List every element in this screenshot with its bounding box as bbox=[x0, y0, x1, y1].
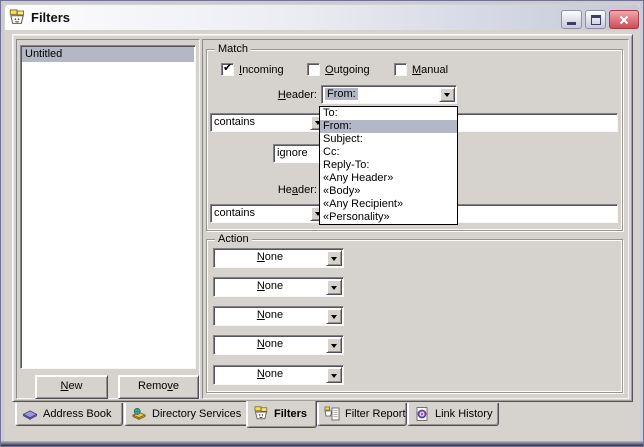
tab-label: Filters bbox=[274, 408, 307, 420]
action5-combobox[interactable]: None bbox=[213, 365, 344, 385]
tab-link-history[interactable]: Link History bbox=[407, 403, 499, 426]
close-button[interactable] bbox=[609, 10, 639, 29]
link-history-icon bbox=[414, 406, 430, 422]
tab-directory-services[interactable]: Directory Services bbox=[124, 403, 258, 426]
tab-label: Link History bbox=[435, 408, 492, 420]
dropdown-item[interactable]: «Any Header» bbox=[320, 172, 457, 185]
conjunction-value: ignore bbox=[277, 147, 308, 160]
filter-report-icon bbox=[324, 406, 340, 422]
new-button[interactable]: New bbox=[35, 375, 108, 399]
header1-combobox[interactable]: From: bbox=[321, 85, 457, 104]
contains2-value: contains bbox=[214, 207, 255, 220]
tab-label: Address Book bbox=[43, 408, 111, 420]
filter-list-item[interactable]: Untitled bbox=[22, 47, 194, 62]
manual-checkbox[interactable] bbox=[394, 63, 407, 76]
action4-value: None bbox=[214, 338, 326, 351]
maximize-button[interactable] bbox=[585, 10, 606, 29]
close-icon bbox=[618, 14, 630, 26]
dropdown-item[interactable]: «Any Recipient» bbox=[320, 198, 457, 211]
maximize-icon bbox=[591, 15, 601, 25]
directory-services-icon bbox=[131, 406, 147, 422]
action3-combobox[interactable]: None bbox=[213, 306, 344, 326]
action4-combobox[interactable]: None bbox=[213, 335, 344, 355]
minimize-button[interactable] bbox=[561, 10, 582, 29]
chevron-down-icon[interactable] bbox=[326, 250, 342, 266]
dropdown-item[interactable]: «Body» bbox=[320, 185, 457, 198]
window-title: Filters bbox=[31, 10, 70, 25]
dropdown-item[interactable]: To: bbox=[320, 107, 457, 120]
tab-label: Directory Services bbox=[152, 408, 241, 420]
dropdown-item[interactable]: Cc: bbox=[320, 146, 457, 159]
contains1-combobox[interactable]: contains bbox=[210, 113, 328, 132]
chevron-down-icon[interactable] bbox=[439, 87, 455, 102]
tab-label: Filter Report bbox=[345, 408, 406, 420]
action-group-label: Action bbox=[215, 233, 252, 246]
outgoing-checkbox[interactable] bbox=[307, 63, 320, 76]
action1-value: None bbox=[214, 251, 326, 264]
chevron-down-icon[interactable] bbox=[326, 337, 342, 353]
remove-button[interactable]: Remove bbox=[118, 375, 199, 399]
incoming-label[interactable]: Incoming bbox=[239, 64, 284, 77]
match-group-label: Match bbox=[215, 43, 251, 56]
dropdown-item[interactable]: From: bbox=[320, 120, 457, 133]
header1-value: From: bbox=[325, 88, 358, 101]
header-dropdown-list[interactable]: To: From: Subject: Cc: Reply-To: «Any He… bbox=[319, 106, 458, 225]
dropdown-item[interactable]: Subject: bbox=[320, 133, 457, 146]
tab-filters[interactable]: Filters bbox=[246, 401, 317, 428]
title-bar[interactable]: Filters bbox=[5, 5, 639, 30]
tab-address-book[interactable]: Address Book bbox=[15, 403, 123, 426]
incoming-checkbox[interactable] bbox=[221, 63, 234, 76]
action3-value: None bbox=[214, 309, 326, 322]
filters-icon bbox=[253, 406, 269, 422]
action1-combobox[interactable]: None bbox=[213, 248, 344, 268]
header1-label: Header: bbox=[257, 89, 317, 102]
chevron-down-icon[interactable] bbox=[326, 367, 342, 383]
filters-app-icon bbox=[8, 9, 26, 27]
contains1-value: contains bbox=[214, 116, 255, 129]
outgoing-label[interactable]: Outgoing bbox=[325, 64, 370, 77]
chevron-down-icon[interactable] bbox=[326, 279, 342, 295]
header2-label: Header: bbox=[257, 184, 317, 197]
tab-filter-report[interactable]: Filter Report bbox=[317, 403, 407, 426]
dropdown-item[interactable]: Reply-To: bbox=[320, 159, 457, 172]
window-bottom-edge bbox=[1, 441, 643, 446]
action2-value: None bbox=[214, 280, 326, 293]
minimize-icon bbox=[567, 22, 576, 25]
address-book-icon bbox=[22, 406, 38, 422]
filter-list[interactable]: Untitled bbox=[20, 45, 196, 369]
action2-combobox[interactable]: None bbox=[213, 277, 344, 297]
manual-label[interactable]: Manual bbox=[412, 64, 448, 77]
filters-window: Filters Untitled New Remove Match Incomi… bbox=[0, 0, 644, 447]
dropdown-item[interactable]: «Personality» bbox=[320, 211, 457, 224]
chevron-down-icon[interactable] bbox=[326, 308, 342, 324]
action5-value: None bbox=[214, 368, 326, 381]
contains2-combobox[interactable]: contains bbox=[210, 204, 328, 223]
